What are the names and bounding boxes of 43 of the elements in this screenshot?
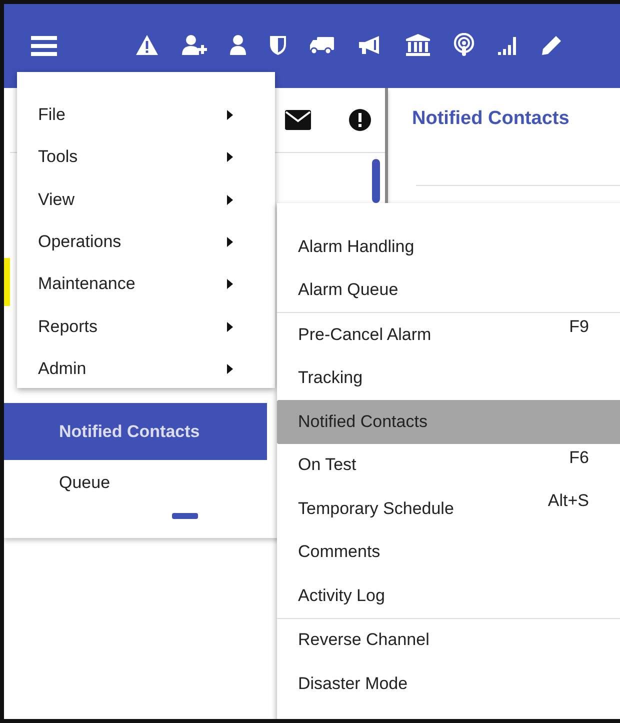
- menu-item[interactable]: Admin: [17, 350, 275, 388]
- pencil-icon[interactable]: [541, 34, 563, 56]
- mail-icon[interactable]: [285, 110, 311, 130]
- menu-item[interactable]: Comments: [277, 530, 620, 574]
- caret-icon: [227, 236, 233, 247]
- warning-icon[interactable]: [135, 34, 159, 56]
- add-user-icon[interactable]: [181, 34, 207, 56]
- menu-item[interactable]: Reports: [17, 308, 275, 346]
- menu-item[interactable]: Alarm Queue: [277, 268, 620, 312]
- signal-icon[interactable]: [497, 34, 519, 56]
- podcast-icon[interactable]: [453, 33, 475, 57]
- drag-handle[interactable]: [172, 513, 198, 519]
- caret-icon: [227, 110, 233, 120]
- menu-item[interactable]: Reverse Channel: [277, 618, 620, 662]
- menu-item[interactable]: Alarm Handling: [277, 225, 620, 268]
- menu-item[interactable]: Temporary Schedule Alt+S: [277, 487, 620, 530]
- menu-item[interactable]: Notified Contacts: [277, 400, 620, 444]
- menu-item[interactable]: On Test F6: [277, 444, 620, 487]
- menu-item[interactable]: Operations: [17, 223, 275, 261]
- menu-item[interactable]: View: [17, 180, 275, 218]
- shield-icon[interactable]: [269, 34, 287, 56]
- bank-icon[interactable]: [405, 33, 431, 57]
- menu-item[interactable]: Tracking: [277, 356, 620, 400]
- status-bar-marker: [4, 258, 10, 306]
- user-icon[interactable]: [229, 34, 247, 56]
- alert-icon[interactable]: [349, 109, 371, 131]
- caret-icon: [227, 322, 233, 332]
- menu-icon[interactable]: [31, 35, 57, 57]
- scrollbar-thumb[interactable]: [372, 159, 380, 203]
- menu-item[interactable]: Disaster Mode: [277, 662, 620, 706]
- menu-item[interactable]: Maintenance: [17, 266, 275, 304]
- menu-item[interactable]: Pre-Cancel Alarm F9: [277, 313, 620, 356]
- menu-item[interactable]: Tools: [17, 138, 275, 176]
- menu-item[interactable]: Activity Log: [277, 574, 620, 618]
- caret-icon: [227, 364, 233, 374]
- caret-icon: [227, 194, 233, 205]
- list-item[interactable]: Notified Contacts: [4, 403, 267, 460]
- truck-icon[interactable]: [309, 34, 335, 56]
- menu-item[interactable]: File: [17, 96, 275, 134]
- caret-icon: [227, 279, 233, 290]
- panel-title: Notified Contacts: [412, 108, 570, 130]
- list-item[interactable]: Queue: [4, 460, 267, 505]
- caret-icon: [227, 152, 233, 162]
